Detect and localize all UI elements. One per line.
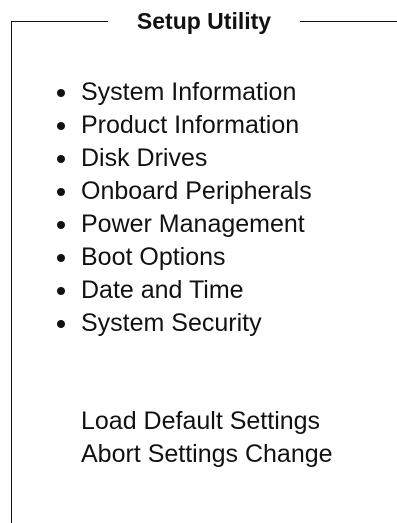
frame-top-left-line: [11, 21, 108, 22]
frame-left-line: [11, 21, 12, 523]
load-default-settings-button[interactable]: Load Default Settings: [81, 405, 333, 438]
menu-item-system-security[interactable]: System Security: [50, 307, 312, 340]
menu-item-label: Disk Drives: [81, 144, 208, 172]
abort-settings-change-button[interactable]: Abort Settings Change: [81, 438, 333, 471]
bullet-icon: [57, 220, 65, 229]
bullet-icon: [57, 319, 65, 328]
menu-item-boot-options[interactable]: Boot Options: [50, 241, 312, 274]
frame-top-right-line: [300, 21, 397, 22]
bullet-icon: [57, 187, 65, 196]
bullet-icon: [57, 286, 65, 295]
bullet-icon: [57, 154, 65, 163]
menu-item-label: Date and Time: [81, 276, 244, 304]
menu-item-onboard-peripherals[interactable]: Onboard Peripherals: [50, 175, 312, 208]
bullet-icon: [57, 121, 65, 130]
menu-item-label: System Information: [81, 78, 297, 106]
bullet-icon: [57, 88, 65, 97]
menu-item-label: System Security: [81, 309, 262, 337]
bullet-icon: [57, 253, 65, 262]
menu-item-disk-drives[interactable]: Disk Drives: [50, 142, 312, 175]
setup-menu: System Information Product Information D…: [50, 76, 312, 340]
setup-utility-title: Setup Utility: [136, 8, 272, 34]
menu-item-label: Power Management: [81, 210, 305, 238]
menu-item-product-information[interactable]: Product Information: [50, 109, 312, 142]
menu-item-label: Onboard Peripherals: [81, 177, 312, 205]
menu-item-power-management[interactable]: Power Management: [50, 208, 312, 241]
menu-item-label: Product Information: [81, 111, 300, 139]
settings-actions: Load Default Settings Abort Settings Cha…: [81, 405, 333, 471]
menu-item-system-information[interactable]: System Information: [50, 76, 312, 109]
menu-item-date-and-time[interactable]: Date and Time: [50, 274, 312, 307]
menu-item-label: Boot Options: [81, 243, 226, 271]
